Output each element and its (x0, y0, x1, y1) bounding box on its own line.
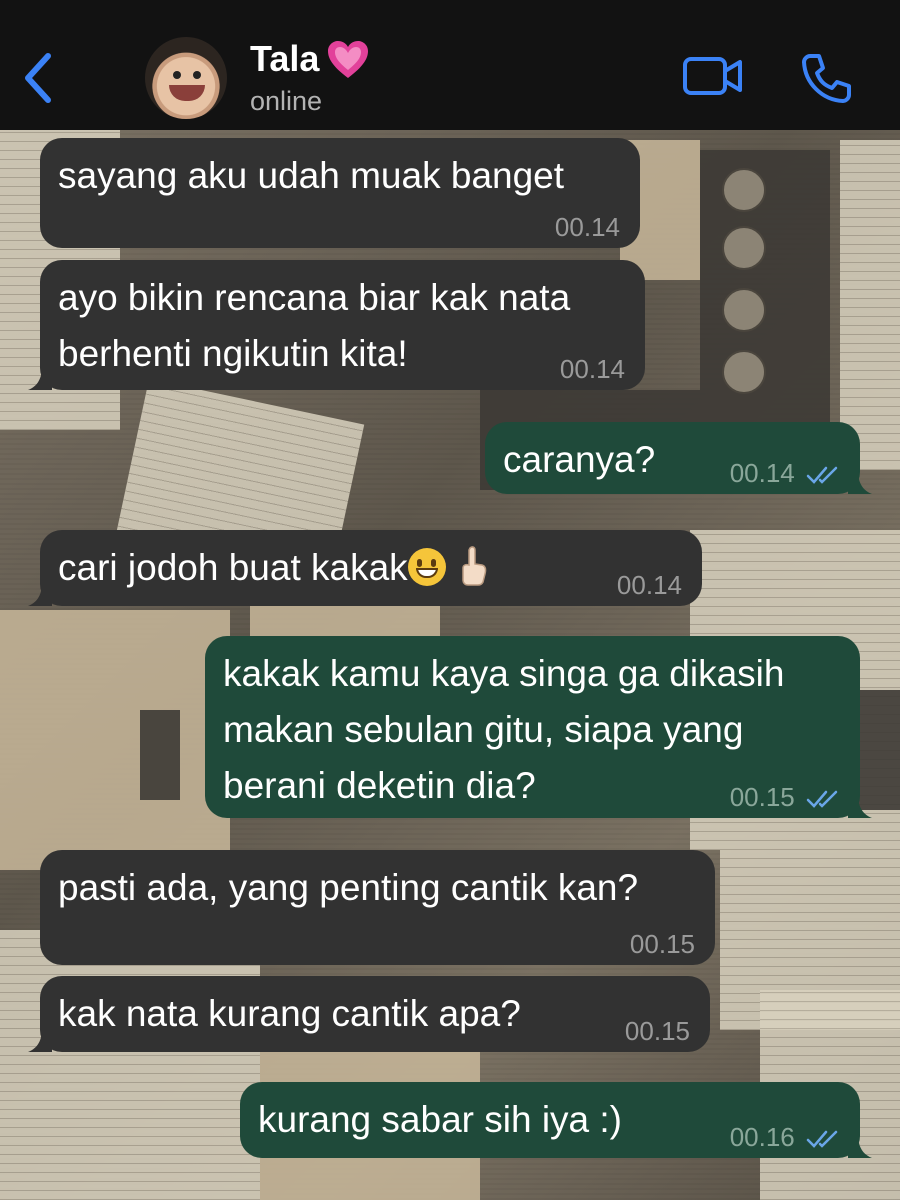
bubble-tail (848, 470, 872, 494)
message-bubble-incoming[interactable]: sayang aku udah muak banget 00.14 (40, 138, 640, 248)
contact-avatar[interactable] (145, 37, 227, 119)
back-button[interactable] (18, 48, 58, 108)
bubble-tail (848, 794, 872, 818)
voice-call-button[interactable] (800, 52, 852, 104)
message-time: 00.14 (559, 354, 625, 384)
message-text: pasti ada, yang penting cantik kan? (58, 867, 639, 908)
contact-status: online (250, 86, 323, 116)
bubble-tail (28, 366, 52, 390)
chevron-left-icon (25, 53, 51, 103)
message-bubble-incoming[interactable]: ayo bikin rencana biar kak nata berhenti… (28, 260, 645, 390)
double-check-icon (806, 466, 838, 484)
message-time: 00.16 (729, 1122, 795, 1152)
video-camera-icon (683, 57, 742, 95)
message-time: 00.15 (629, 929, 695, 959)
contact-name[interactable]: Tala (250, 38, 319, 80)
grinning-face-emoji (407, 548, 446, 586)
message-time: 00.14 (554, 212, 620, 242)
message-meta: 00.16 (730, 1122, 840, 1152)
message-time: 00.15 (729, 782, 795, 812)
message-bubble-incoming[interactable]: kak nata kurang cantik apa? 00.15 (28, 976, 710, 1052)
message-meta: 00.14 (730, 458, 840, 488)
chat-header: Tala online (0, 0, 900, 130)
message-time: 00.15 (624, 1016, 690, 1046)
message-bubble-incoming[interactable]: cari jodoh buat kakak 00.14 (28, 530, 702, 606)
bubble-tail (848, 1134, 872, 1158)
double-check-icon (806, 790, 838, 808)
index-pointing-up-emoji (461, 546, 486, 586)
double-check-icon (806, 1130, 838, 1148)
message-meta: 00.15 (730, 782, 840, 812)
pink-heart-icon (328, 41, 368, 78)
message-text: sayang aku udah muak banget (58, 155, 565, 196)
message-bubble-outgoing[interactable]: kurang sabar sih iya :) 00.16 (240, 1082, 872, 1158)
message-text: kak nata kurang cantik apa? (58, 993, 521, 1034)
message-bubble-outgoing[interactable]: kakak kamu kaya singa ga dikasih makan s… (205, 636, 872, 818)
message-list[interactable]: sayang aku udah muak banget 00.14 ayo bi… (0, 130, 900, 1200)
message-bubble-outgoing[interactable]: caranya? 00.14 (485, 422, 872, 494)
message-time: 00.14 (729, 458, 795, 488)
phone-icon (802, 54, 851, 103)
message-text: ayo bikin rencana biar kak nata berhenti… (58, 277, 571, 374)
bubble-tail (28, 582, 52, 606)
bubble-tail (28, 1028, 52, 1052)
message-bubble-incoming[interactable]: pasti ada, yang penting cantik kan? 00.1… (40, 850, 715, 965)
message-text: cari jodoh buat kakak (58, 540, 680, 596)
message-time: 00.14 (616, 570, 682, 600)
video-call-button[interactable] (682, 55, 744, 97)
